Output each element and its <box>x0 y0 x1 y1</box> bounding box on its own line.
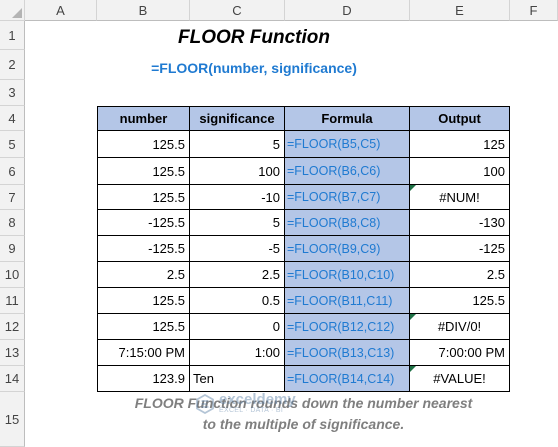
row-header-15[interactable]: 15 <box>0 392 25 447</box>
error-indicator-icon[interactable] <box>410 314 416 320</box>
cell-formula[interactable]: =FLOOR(B11,C11) <box>285 288 410 314</box>
error-indicator-icon[interactable] <box>410 366 416 372</box>
cell-formula[interactable]: =FLOOR(B10,C10) <box>285 262 410 288</box>
cell-output[interactable]: #NUM! <box>410 185 510 210</box>
column-header-d[interactable]: D <box>285 0 410 21</box>
cell-output[interactable]: 125.5 <box>410 288 510 314</box>
row-header-3[interactable]: 3 <box>0 80 25 106</box>
row-header-4[interactable]: 4 <box>0 106 25 131</box>
cell-number[interactable]: 125.5 <box>97 185 190 210</box>
row-header-14[interactable]: 14 <box>0 366 25 392</box>
cell-number[interactable]: 125.5 <box>97 131 190 158</box>
row-header-8[interactable]: 8 <box>0 210 25 236</box>
row-header-10[interactable]: 10 <box>0 262 25 288</box>
column-header-f[interactable]: F <box>510 0 558 21</box>
exceldemy-watermark: exceldemy EXCEL · DATA · BI <box>195 391 296 414</box>
cell-formula[interactable]: =FLOOR(B14,C14) <box>285 366 410 392</box>
column-header-a[interactable]: A <box>25 0 97 21</box>
cell-significance[interactable]: 2.5 <box>190 262 285 288</box>
cell-formula[interactable]: =FLOOR(B8,C8) <box>285 210 410 236</box>
column-header-e[interactable]: E <box>410 0 510 21</box>
cell-output[interactable]: -125 <box>410 236 510 262</box>
cell-significance[interactable]: Ten <box>190 366 285 392</box>
error-indicator-icon[interactable] <box>410 185 416 191</box>
cell-significance[interactable]: 5 <box>190 131 285 158</box>
cell-formula[interactable]: =FLOOR(B13,C13) <box>285 340 410 366</box>
caption-line-1: FLOOR Function rounds down the number ne… <box>134 395 473 411</box>
cell-number[interactable]: 2.5 <box>97 262 190 288</box>
select-all-corner[interactable] <box>0 0 25 21</box>
cell-significance[interactable]: -10 <box>190 185 285 210</box>
cell-output[interactable]: #VALUE! <box>410 366 510 392</box>
cell-formula[interactable]: =FLOOR(B5,C5) <box>285 131 410 158</box>
header-formula[interactable]: Formula <box>285 106 410 131</box>
column-header-c[interactable]: C <box>190 0 285 21</box>
row-header-11[interactable]: 11 <box>0 288 25 314</box>
row-header-2[interactable]: 2 <box>0 50 25 80</box>
cell-significance[interactable]: 0 <box>190 314 285 340</box>
watermark-brand: exceldemy <box>219 391 296 408</box>
cell-formula[interactable]: =FLOOR(B9,C9) <box>285 236 410 262</box>
exceldemy-logo-icon <box>196 393 214 414</box>
page-title[interactable]: FLOOR Function <box>97 26 411 50</box>
row-header-12[interactable]: 12 <box>0 314 25 340</box>
cell-output[interactable]: 2.5 <box>410 262 510 288</box>
cell-number[interactable]: 125.5 <box>97 314 190 340</box>
cell-output[interactable]: 100 <box>410 158 510 185</box>
row-header-13[interactable]: 13 <box>0 340 25 366</box>
cell-output[interactable]: 125 <box>410 131 510 158</box>
header-significance[interactable]: significance <box>190 106 285 131</box>
cell-significance[interactable]: -5 <box>190 236 285 262</box>
row-header-1[interactable]: 1 <box>0 21 25 50</box>
header-number[interactable]: number <box>97 106 190 131</box>
row-header-6[interactable]: 6 <box>0 158 25 185</box>
cell-formula[interactable]: =FLOOR(B6,C6) <box>285 158 410 185</box>
cell-formula[interactable]: =FLOOR(B7,C7) <box>285 185 410 210</box>
spreadsheet-grid: FLOOR Function =FLOOR(number, significan… <box>0 0 558 447</box>
cell-output[interactable]: 7:00:00 PM <box>410 340 510 366</box>
cell-output[interactable]: #DIV/0! <box>410 314 510 340</box>
cell-significance[interactable]: 0.5 <box>190 288 285 314</box>
cell-significance[interactable]: 100 <box>190 158 285 185</box>
cell-significance[interactable]: 5 <box>190 210 285 236</box>
header-output[interactable]: Output <box>410 106 510 131</box>
cell-formula[interactable]: =FLOOR(B12,C12) <box>285 314 410 340</box>
cell-number[interactable]: -125.5 <box>97 210 190 236</box>
cell-number[interactable]: -125.5 <box>97 236 190 262</box>
cell-number[interactable]: 7:15:00 PM <box>97 340 190 366</box>
caption-text[interactable]: FLOOR Function rounds down the number ne… <box>97 392 510 436</box>
syntax-subtitle[interactable]: =FLOOR(number, significance) <box>97 56 411 80</box>
row-header-7[interactable]: 7 <box>0 185 25 210</box>
column-header-b[interactable]: B <box>97 0 190 21</box>
cell-number[interactable]: 123.9 <box>97 366 190 392</box>
watermark-tagline: EXCEL · DATA · BI <box>219 407 284 414</box>
caption-line-2: to the multiple of significance. <box>202 416 405 432</box>
cell-number[interactable]: 125.5 <box>97 288 190 314</box>
cell-number[interactable]: 125.5 <box>97 158 190 185</box>
cell-output[interactable]: -130 <box>410 210 510 236</box>
cell-significance[interactable]: 1:00 <box>190 340 285 366</box>
row-header-9[interactable]: 9 <box>0 236 25 262</box>
row-header-5[interactable]: 5 <box>0 131 25 158</box>
